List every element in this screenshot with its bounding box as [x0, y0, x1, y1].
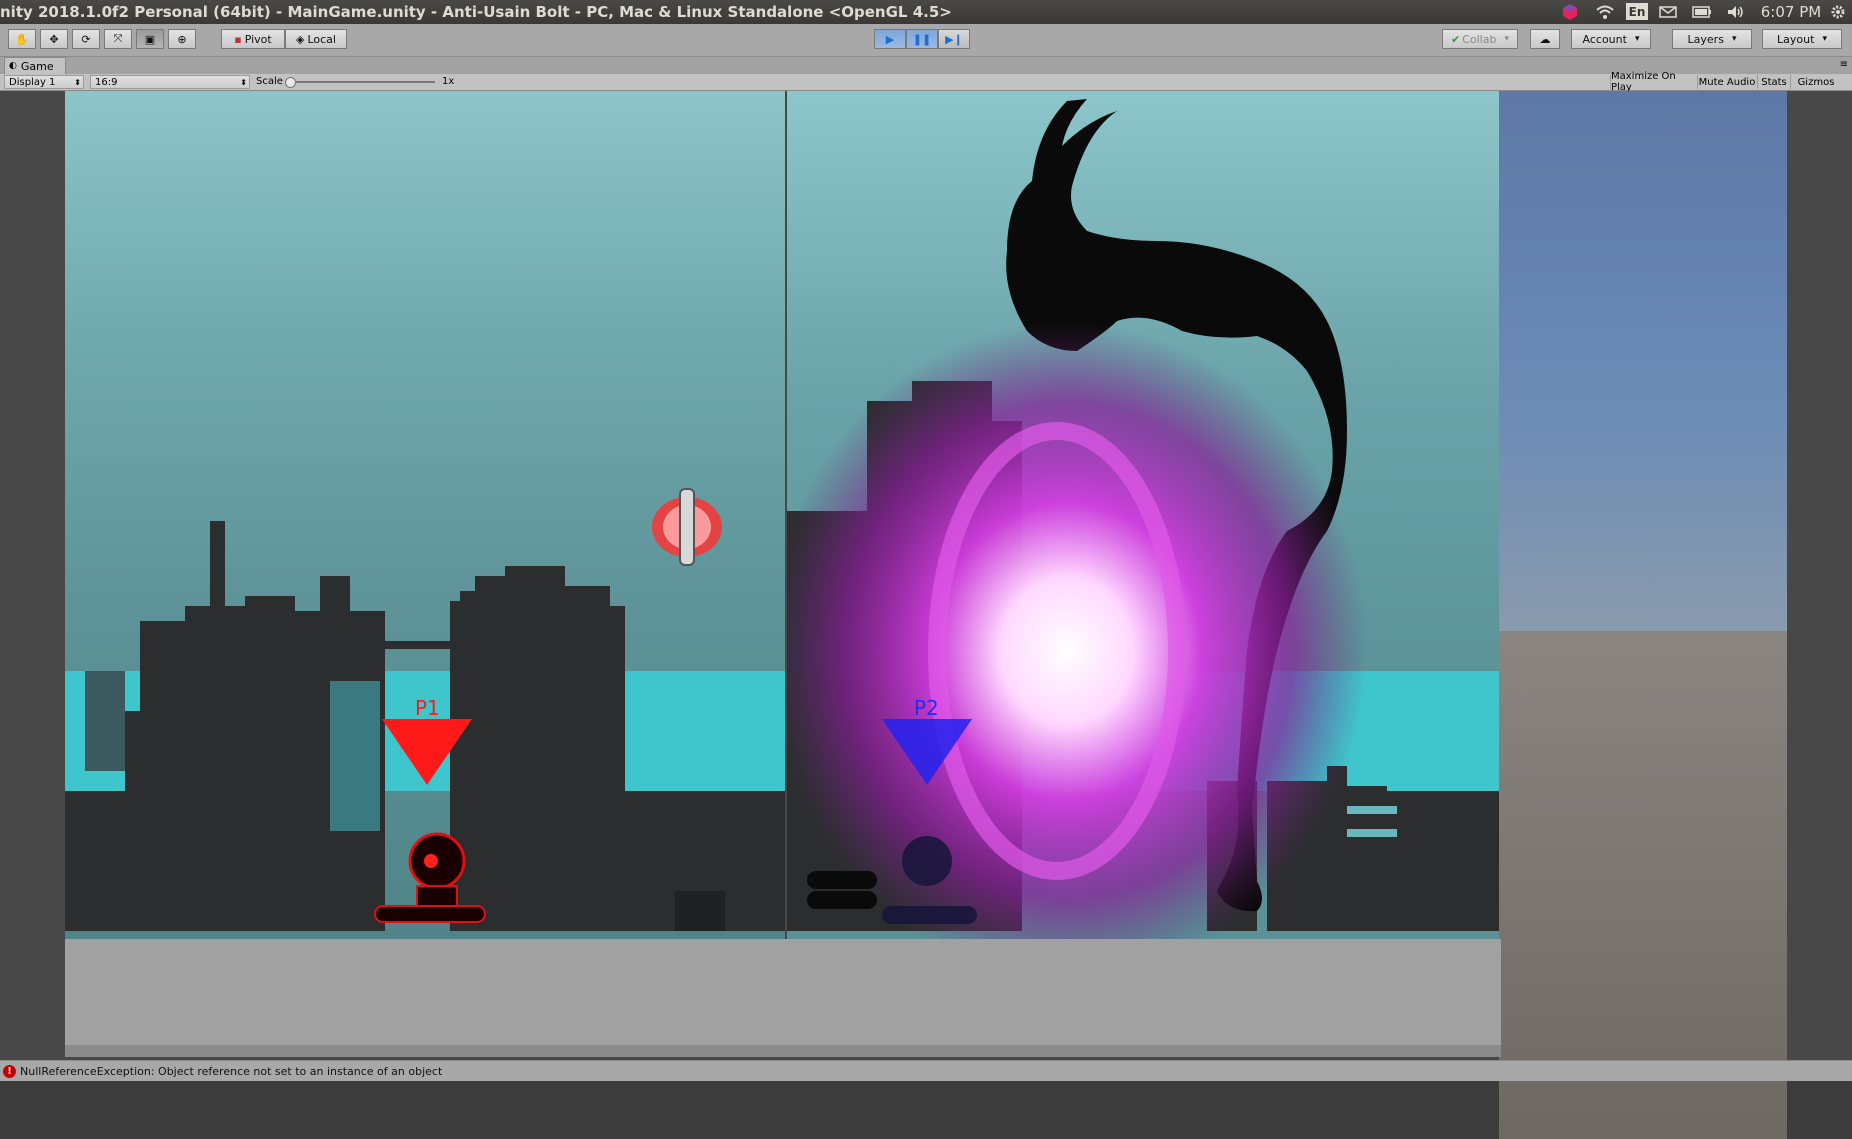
player2-label: P2	[914, 696, 939, 720]
panel-tab-bar: ◐ Game ≡	[0, 57, 1852, 74]
mute-audio-toggle[interactable]: Mute Audio	[1697, 75, 1756, 89]
layout-label: Layout	[1777, 32, 1815, 46]
unity-hub-icon[interactable]	[1560, 2, 1580, 22]
layout-dropdown[interactable]: Layout	[1762, 29, 1842, 49]
rect-tool-icon[interactable]: ▣	[136, 29, 164, 49]
scale-slider[interactable]	[285, 77, 435, 88]
maximize-on-play-toggle[interactable]: Maximize On Play	[1610, 71, 1697, 93]
error-icon: !	[3, 1064, 16, 1078]
pivot-toggle-button[interactable]: ▪ Pivot	[221, 29, 285, 49]
stats-toggle[interactable]: Stats	[1757, 75, 1790, 89]
os-top-bar: nity 2018.1.0f2 Personal (64bit) - MainG…	[0, 0, 1852, 24]
scale-tool-icon[interactable]: ⤧	[104, 29, 132, 49]
scale-label: Scale	[256, 76, 283, 87]
keyboard-language-indicator[interactable]: En	[1626, 3, 1648, 20]
local-icon: ◈	[296, 32, 305, 46]
game-tab-icon: ◐	[9, 61, 17, 71]
cloud-icon[interactable]: ☁	[1530, 29, 1560, 49]
collab-dropdown[interactable]: ✔ Collab	[1442, 29, 1518, 49]
scale-slider-thumb[interactable]	[285, 77, 296, 88]
account-dropdown[interactable]: Account	[1571, 29, 1651, 49]
wifi-icon[interactable]	[1594, 2, 1616, 22]
window-title: nity 2018.1.0f2 Personal (64bit) - MainG…	[0, 3, 952, 21]
collab-label: Collab	[1462, 32, 1497, 46]
game-view-toolbar: Display 1 16:9 Scale 1x Maximize On Play…	[0, 71, 1852, 93]
display-select[interactable]: Display 1	[4, 75, 84, 89]
sky-background	[1499, 91, 1787, 631]
aspect-select[interactable]: 16:9	[90, 75, 250, 89]
move-tool-icon[interactable]: ✥	[40, 29, 68, 49]
play-button[interactable]: ▶	[874, 29, 906, 49]
display-select-label: Display 1	[9, 76, 56, 88]
aspect-select-label: 16:9	[95, 76, 118, 88]
clock[interactable]: 6:07 PM	[1758, 2, 1824, 22]
game-tab[interactable]: ◐ Game	[4, 57, 66, 74]
layers-dropdown[interactable]: Layers	[1672, 29, 1752, 49]
scale-value: 1x	[442, 76, 455, 87]
transform-tool-icon[interactable]: ⊕	[168, 29, 196, 49]
pivot-icon: ▪	[234, 32, 242, 46]
ground-floor	[65, 939, 1501, 1045]
player2-scene-art	[787, 99, 1499, 939]
game-viewport[interactable]: P1 P2	[0, 91, 1852, 1139]
hand-tool-icon[interactable]: ✋	[8, 29, 36, 49]
layers-label: Layers	[1687, 32, 1724, 46]
rotate-tool-icon[interactable]: ⟳	[72, 29, 100, 49]
tab-menu-icon[interactable]: ≡	[1840, 59, 1848, 70]
mail-icon[interactable]	[1656, 2, 1680, 22]
pivot-label: Pivot	[244, 32, 272, 46]
player1-label: P1	[415, 696, 440, 720]
local-label: Local	[307, 32, 336, 46]
step-button[interactable]: ▶❙	[938, 29, 970, 49]
unity-toolbar: ✋ ✥ ⟳ ⤧ ▣ ⊕ ▪ Pivot ◈ Local ▶ ❚❚ ▶❙ ✔ Colla…	[0, 24, 1852, 57]
gizmos-dropdown[interactable]: Gizmos	[1790, 75, 1841, 89]
console-status-bar[interactable]: ! NullReferenceException: Object referen…	[0, 1060, 1852, 1081]
battery-icon[interactable]	[1690, 2, 1714, 22]
player2-screen	[787, 91, 1499, 939]
local-toggle-button[interactable]: ◈ Local	[285, 29, 347, 49]
player1-scene-art	[65, 488, 785, 931]
settings-gear-icon[interactable]	[1828, 2, 1848, 22]
pause-button[interactable]: ❚❚	[906, 29, 938, 49]
account-label: Account	[1582, 32, 1627, 46]
volume-icon[interactable]	[1724, 2, 1748, 22]
game-tab-label: Game	[20, 59, 54, 73]
error-message: NullReferenceException: Object reference…	[20, 1064, 443, 1078]
checkmark-icon: ✔	[1451, 32, 1461, 46]
ground-edge	[65, 1045, 1501, 1057]
player1-screen	[65, 91, 785, 939]
